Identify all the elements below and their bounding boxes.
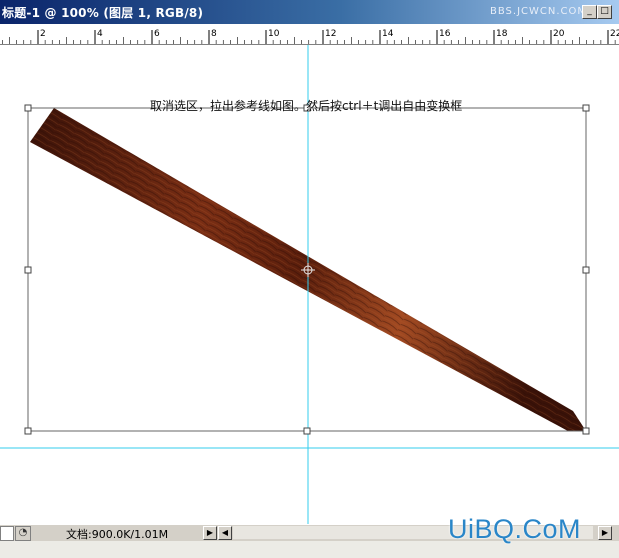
transform-handle-middle-right[interactable] — [582, 266, 590, 274]
ruler-label: 20 — [553, 29, 565, 39]
ruler-label: 14 — [382, 29, 394, 39]
transform-handle-middle-left[interactable] — [24, 266, 32, 274]
ruler-label: 18 — [496, 29, 508, 39]
ruler-label: 10 — [268, 29, 280, 39]
ruler-label: 16 — [439, 29, 451, 39]
ruler-label: 2 — [40, 29, 46, 39]
document-canvas[interactable]: 取消选区，拉出参考线如图。然后按ctrl＋t调出自由变换框 — [0, 45, 619, 524]
clock-icon[interactable]: ◔ — [15, 526, 31, 541]
transform-handle-top-left[interactable] — [24, 104, 32, 112]
horizontal-ruler[interactable]: 2 4 6 8 10 12 14 16 18 20 22 — [0, 24, 619, 45]
maximize-button[interactable]: □ — [597, 5, 612, 19]
ruler-label: 4 — [97, 29, 103, 39]
canvas-svg — [0, 45, 619, 524]
ruler-svg: 2 4 6 8 10 12 14 16 18 20 22 — [2, 29, 619, 44]
watermark-top: BBS.JCWCN.COM — [490, 6, 588, 17]
transform-handle-bottom-center[interactable] — [303, 427, 311, 435]
ruler-label: 8 — [211, 29, 217, 39]
scroll-left-button[interactable]: ◀ — [218, 526, 232, 540]
title-bar: 标题-1 @ 100% (图层 1, RGB/8) BBS.JCWCN.COM … — [0, 0, 619, 24]
transform-handle-top-right[interactable] — [582, 104, 590, 112]
ruler-label: 12 — [325, 29, 336, 39]
transform-handle-bottom-left[interactable] — [24, 427, 32, 435]
window-title: 标题-1 @ 100% (图层 1, RGB/8) — [2, 6, 204, 20]
minimize-button[interactable]: _ — [582, 5, 597, 19]
transform-handle-bottom-right[interactable] — [582, 427, 590, 435]
scroll-right-button[interactable]: ▶ — [598, 526, 612, 540]
ruler-label: 22 — [610, 29, 619, 39]
zoom-field[interactable] — [0, 526, 14, 541]
status-menu-arrow[interactable]: ▶ — [203, 526, 217, 540]
document-size-info: 文档:900.0K/1.01M — [66, 528, 169, 541]
ruler-label: 6 — [154, 29, 160, 39]
watermark-bottom: UiBQ.CoM — [448, 514, 582, 544]
instruction-text: 取消选区，拉出参考线如图。然后按ctrl＋t调出自由变换框 — [150, 99, 463, 113]
